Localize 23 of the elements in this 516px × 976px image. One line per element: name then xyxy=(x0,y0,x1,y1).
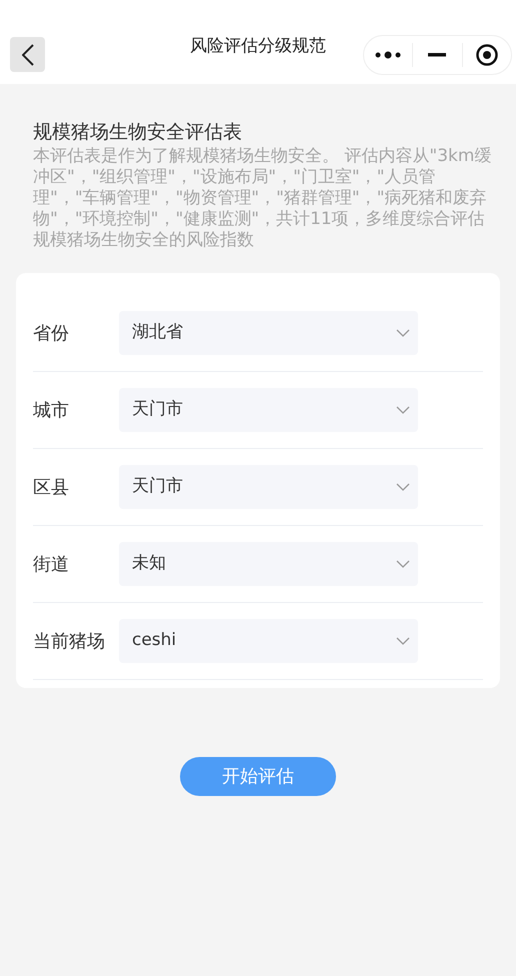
more-icon xyxy=(375,51,402,59)
select-field[interactable]: 湖北省 xyxy=(119,311,418,355)
chevron-down-icon xyxy=(396,560,410,568)
field-label: 省份 xyxy=(33,322,70,346)
back-icon xyxy=(22,44,34,66)
minimize-icon xyxy=(428,53,446,57)
chevron-down-icon xyxy=(396,329,410,337)
form-title: 规模猪场生物安全评估表 xyxy=(33,120,243,145)
select-field[interactable]: 未知 xyxy=(119,542,418,586)
target-icon xyxy=(476,44,498,66)
field-label: 当前猪场 xyxy=(33,630,106,654)
field-label: 区县 xyxy=(33,476,70,500)
chevron-down-icon xyxy=(396,637,410,645)
form-description: 本评估表是作为了解规模猪场生物安全。 评估内容从"3km缓冲区"，"组织管理"，"设施布局"，"门卫室"，"人员管理"，"车辆管理"，"物资管理"，"猪群管理"，"病死猪和废弃物"，"环境控制"，"健康监测"，共计11项，多维度综合评估规模猪场生物安全的风险指数 xyxy=(33,146,492,251)
page-title: 风险评估分级规范 xyxy=(190,35,326,58)
select-field[interactable]: 天门市 xyxy=(119,465,418,509)
back-button[interactable] xyxy=(10,37,45,72)
field-label: 街道 xyxy=(33,552,70,576)
select-field[interactable]: ceshi xyxy=(119,619,418,663)
chevron-down-icon xyxy=(396,406,410,414)
chevron-down-icon xyxy=(396,483,410,491)
select-field[interactable]: 天门市 xyxy=(119,388,418,432)
field-label: 城市 xyxy=(33,398,70,422)
